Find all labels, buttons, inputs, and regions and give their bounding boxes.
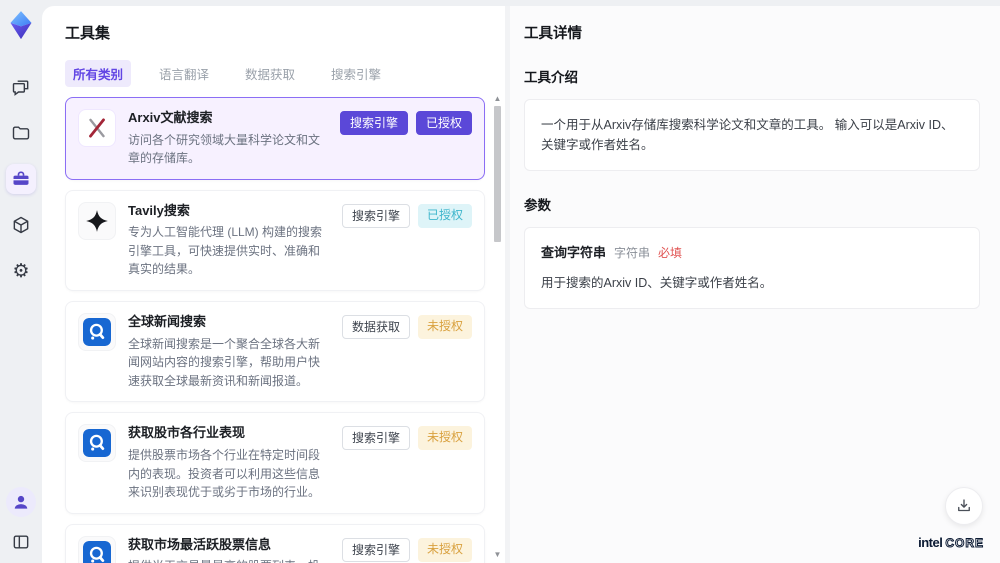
cube-icon [13,216,29,234]
tool-name: Tavily搜索 [128,202,190,218]
sparkle-star-icon [78,201,116,240]
tool-description: 提供当天交易量最高的股票列表，投资者可以利用这些信息来识别流动性强的股票和潜在的… [128,557,330,563]
tool-list: Arxiv文献搜索 访问各个研究领域大量科学论文和文章的存储库。 搜索引擎 已授… [65,97,485,563]
sidebar-item-files[interactable] [6,118,36,148]
intro-box: 一个用于从Arxiv存储库搜索科学论文和文章的工具。 输入可以是Arxiv ID… [524,99,980,171]
tool-description: 全球新闻搜索是一个聚合全球各大新闻网站内容的搜索引擎，帮助用户快速获取全球最新资… [128,336,321,388]
param-name: 查询字符串 [541,245,607,260]
tool-auth-badge: 已授权 [415,111,472,135]
intro-text: 一个用于从Arxiv存储库搜索科学论文和文章的工具。 输入可以是Arxiv ID… [541,118,954,152]
blue-news-search-icon [78,535,116,563]
tool-details-panel: 工具详情 工具介绍 一个用于从Arxiv存储库搜索科学论文和文章的工具。 输入可… [505,6,1000,563]
tool-list-panel: 工具集 所有类别 语言翻译 数据获取 搜索引擎 Arxiv文献搜索 访问各个研究… [42,6,505,563]
param-description: 用于搜索的Arxiv ID、关键字或作者姓名。 [541,275,773,290]
sidebar: ⚙ [0,0,42,563]
tool-description: 访问各个研究领域大量科学论文和文章的存储库。 [128,132,321,166]
sidebar-item-panel-toggle[interactable] [6,527,36,557]
tool-category-badge: 搜索引擎 [341,426,410,451]
param-type: 字符串 [614,246,651,260]
folder-icon [12,126,30,140]
tool-card-active-stocks[interactable]: 获取市场最活跃股票信息 提供当天交易量最高的股票列表，投资者可以利用这些信息来识… [65,523,485,563]
tool-card-global-news[interactable]: 全球新闻搜索 全球新闻搜索是一个聚合全球各大新闻网站内容的搜索引擎，帮助用户快速… [65,301,485,403]
panel-layout-icon [13,535,29,549]
sidebar-item-tools[interactable] [6,164,36,194]
tool-auth-badge: 未授权 [417,315,472,340]
tool-description: 专为人工智能代理 (LLM) 构建的搜索引擎工具，可快速提供实时、准确和真实的结… [128,225,323,277]
download-button[interactable] [945,487,983,525]
tool-description: 提供股票市场各个行业在特定时间段内的表现。投资者可以利用这些信息来识别表现优于或… [128,447,321,500]
core-brand-text: CORE [945,536,984,551]
tool-category-badge: 搜索引擎 [341,537,410,562]
tool-name: 获取市场最活跃股票信息 [128,536,272,552]
toolbox-icon [13,171,29,185]
param-required-badge: 必填 [658,246,683,260]
page-title: 工具集 [65,25,111,42]
gear-icon: ⚙ [12,260,30,282]
tab-data-fetch[interactable]: 数据获取 [237,60,303,87]
download-icon [958,499,970,512]
intro-heading: 工具介绍 [524,70,578,85]
scroll-down-arrow[interactable]: ▼ [493,550,502,559]
intel-core-logo: intel CORE [918,535,984,551]
tool-auth-badge: 未授权 [417,426,472,451]
detail-title: 工具详情 [524,26,582,42]
sidebar-item-settings[interactable]: ⚙ [6,256,36,286]
app-logo-icon [7,10,35,40]
tab-all-categories[interactable]: 所有类别 [65,60,132,87]
scroll-up-arrow[interactable]: ▲ [493,94,502,103]
tool-name: Arxiv文献搜索 [128,110,213,125]
sidebar-item-user[interactable] [6,487,36,517]
main-content: 工具集 所有类别 语言翻译 数据获取 搜索引擎 Arxiv文献搜索 访问各个研究… [42,6,1000,563]
tool-card-arxiv[interactable]: Arxiv文献搜索 访问各个研究领域大量科学论文和文章的存储库。 搜索引擎 已授… [65,97,485,180]
tool-name: 全球新闻搜索 [128,314,207,330]
blue-news-search-icon [78,313,116,352]
tool-auth-badge: 未授权 [417,537,472,562]
user-icon [14,495,28,509]
intel-brand-text: intel [918,535,943,550]
list-scrollbar[interactable]: ▲ ▼ [493,94,502,559]
params-heading: 参数 [524,198,551,213]
category-tabs: 所有类别 语言翻译 数据获取 搜索引擎 [65,60,505,87]
tool-auth-badge: 已授权 [417,203,472,228]
tool-name: 获取股市各行业表现 [128,425,246,441]
tool-category-badge: 搜索引擎 [341,203,410,228]
tool-card-stock-sectors[interactable]: 获取股市各行业表现 提供股票市场各个行业在特定时间段内的表现。投资者可以利用这些… [65,412,485,514]
param-box: 查询字符串 字符串 必填 用于搜索的Arxiv ID、关键字或作者姓名。 [524,227,980,309]
sidebar-item-models[interactable] [6,210,36,240]
arxiv-logo-icon [78,109,116,147]
chat-icon [12,80,29,96]
tab-search-engine[interactable]: 搜索引擎 [323,60,389,87]
tool-category-badge: 数据获取 [341,315,410,340]
tool-category-badge: 搜索引擎 [339,111,408,135]
blue-news-search-icon [78,424,116,463]
scrollbar-thumb[interactable] [494,106,501,242]
tab-language-translation[interactable]: 语言翻译 [151,60,217,87]
sidebar-item-chat[interactable] [6,72,36,102]
tool-card-tavily[interactable]: Tavily搜索 专为人工智能代理 (LLM) 构建的搜索引擎工具，可快速提供实… [65,189,485,292]
